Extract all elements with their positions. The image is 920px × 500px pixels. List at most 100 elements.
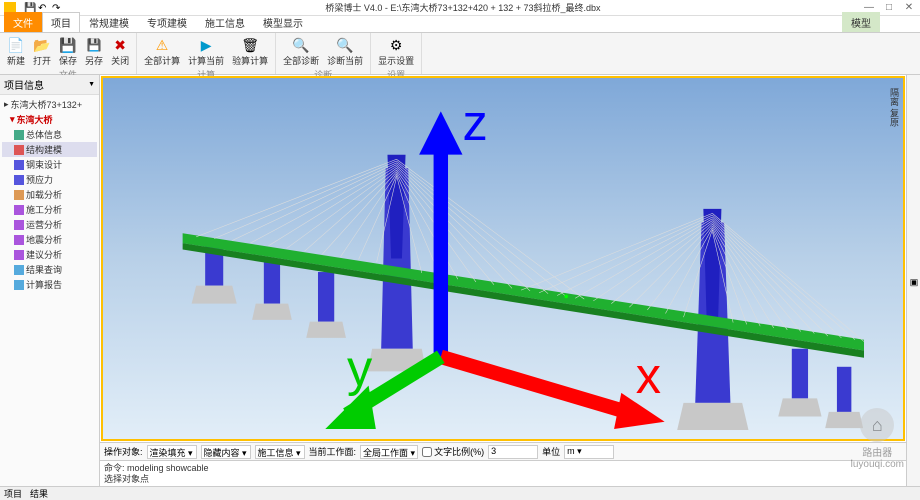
- settings-group: 显示设置设置: [371, 33, 422, 74]
- ribbon-tab-0[interactable]: 项目: [42, 12, 80, 32]
- command-log-line: 命令: modeling showcable: [104, 463, 902, 474]
- ribbon-tab-1[interactable]: 常规建模: [80, 12, 138, 32]
- command-prompt-line: 选择对象点: [104, 474, 902, 485]
- calc-button[interactable]: 计算当前: [185, 35, 227, 68]
- ribbon: 新建打开保存另存关闭文件全部计算计算当前验算计算计算全部诊断诊断当前诊断显示设置…: [0, 33, 920, 75]
- tree-root[interactable]: ▸ 东湾大桥73+132+: [2, 97, 97, 112]
- calc-group: 全部计算计算当前验算计算计算: [137, 33, 276, 74]
- status-tab-project[interactable]: 项目: [4, 487, 22, 500]
- tree-construct-icon: [14, 205, 24, 215]
- file-group: 新建打开保存另存关闭文件: [0, 33, 137, 74]
- tree-prestress-icon: [14, 175, 24, 185]
- diag-icon: [292, 36, 310, 54]
- op-target-dropdown[interactable]: 渲染填充: [147, 445, 197, 459]
- saveas-button[interactable]: 另存: [82, 35, 106, 68]
- qat-save-icon[interactable]: 💾: [24, 3, 34, 13]
- tree-load[interactable]: 加载分析: [2, 187, 97, 202]
- close-window-button[interactable]: ✕: [904, 2, 914, 13]
- warn-icon: [153, 36, 171, 54]
- tree-results-label: 结果查询: [26, 263, 62, 276]
- tree-general-info[interactable]: 总体信息: [2, 127, 97, 142]
- save-button[interactable]: 保存: [56, 35, 80, 68]
- maximize-button[interactable]: □: [884, 2, 894, 13]
- axis-gizmo: z x y: [113, 76, 905, 429]
- diag-group: 全部诊断诊断当前诊断: [276, 33, 371, 74]
- tree-operate-icon: [14, 220, 24, 230]
- tree-check[interactable]: 建议分析: [2, 247, 97, 262]
- tree-steel[interactable]: 钢束设计: [2, 157, 97, 172]
- tree-construct[interactable]: 施工分析: [2, 202, 97, 217]
- ribbon-tab-2[interactable]: 专项建模: [138, 12, 196, 32]
- tree-results[interactable]: 结果查询: [2, 262, 97, 277]
- warn-button[interactable]: 全部计算: [141, 35, 183, 68]
- text-scale-toggle[interactable]: 文字比例(%): [422, 445, 484, 458]
- svg-text:x: x: [636, 347, 661, 404]
- tree-structure-icon: [14, 145, 24, 155]
- ribbon-tab-4[interactable]: 模型显示: [254, 12, 312, 32]
- qat-redo-icon[interactable]: ↷: [52, 3, 62, 13]
- display-set-button[interactable]: 显示设置: [375, 35, 417, 68]
- tree-operate[interactable]: 运营分析: [2, 217, 97, 232]
- diag-icon: [336, 36, 354, 54]
- unit-dropdown[interactable]: m: [564, 445, 614, 459]
- diag-cur-button[interactable]: 诊断当前: [324, 35, 366, 68]
- op-target-label: 操作对象:: [104, 445, 143, 458]
- new-icon: [7, 36, 25, 54]
- unit-label: 单位: [542, 445, 560, 458]
- new-button-label: 新建: [7, 54, 25, 67]
- tree-seismic[interactable]: 地震分析: [2, 232, 97, 247]
- open-button[interactable]: 打开: [30, 35, 54, 68]
- calc-button-label: 计算当前: [188, 54, 224, 67]
- hide-content-dropdown[interactable]: 隐藏内容: [201, 445, 251, 459]
- ribbon-tabs: 文件 项目常规建模专项建模施工信息模型显示模型: [0, 16, 920, 33]
- command-area[interactable]: 命令: modeling showcable 选择对象点: [100, 460, 906, 486]
- construct-info-dropdown[interactable]: 施工信息: [255, 445, 305, 459]
- viewport-options-bar: 操作对象: 渲染填充 隐藏内容 施工信息 当前工作面: 全局工作面 文字比例(%…: [100, 442, 906, 460]
- tree-construct-label: 施工分析: [26, 203, 62, 216]
- contextual-model-tab[interactable]: 模型: [842, 12, 880, 32]
- tree-structure-label: 结构建模: [26, 143, 62, 156]
- close-button-label: 关闭: [111, 54, 129, 67]
- diag-cur-button-label: 诊断当前: [327, 54, 363, 67]
- current-workplane-dropdown[interactable]: 全局工作面: [360, 445, 418, 459]
- tree-bridge-root[interactable]: ▾ 东湾大桥: [2, 112, 97, 127]
- save-icon: [59, 36, 77, 54]
- close-button[interactable]: 关闭: [108, 35, 132, 68]
- tree-prestress[interactable]: 预应力: [2, 172, 97, 187]
- tree-report-label: 计算报告: [26, 278, 62, 291]
- tree-structure[interactable]: 结构建模: [2, 142, 97, 157]
- project-tree: ▸ 东湾大桥73+132+ ▾ 东湾大桥 总体信息结构建模钢束设计预应力加载分析…: [0, 95, 99, 486]
- tree-seismic-label: 地震分析: [26, 233, 62, 246]
- right-strip-btn-0[interactable]: ▣: [910, 278, 920, 288]
- tree-general-info-label: 总体信息: [26, 128, 62, 141]
- file-tab[interactable]: 文件: [4, 12, 42, 32]
- saveas-button-label: 另存: [85, 54, 103, 67]
- diag-all-button[interactable]: 全部诊断: [280, 35, 322, 68]
- status-tab-results[interactable]: 结果: [30, 487, 48, 500]
- set-icon: [387, 36, 405, 54]
- qat-undo-icon[interactable]: ↶: [38, 3, 48, 13]
- clear-icon: [241, 36, 259, 54]
- diag-all-button-label: 全部诊断: [283, 54, 319, 67]
- close-icon: [111, 36, 129, 54]
- text-scale-field[interactable]: 3: [488, 445, 538, 459]
- tree-results-icon: [14, 265, 24, 275]
- tree-load-icon: [14, 190, 24, 200]
- sidebar-title: 项目信息: [0, 75, 99, 95]
- tree-steel-label: 钢束设计: [26, 158, 62, 171]
- 3d-viewport[interactable]: 隔离 复原 z x y: [101, 76, 905, 441]
- open-icon: [33, 36, 51, 54]
- tree-general-info-icon: [14, 130, 24, 140]
- new-button[interactable]: 新建: [4, 35, 28, 68]
- clear-button[interactable]: 验算计算: [229, 35, 271, 68]
- ribbon-tab-3[interactable]: 施工信息: [196, 12, 254, 32]
- work-area: 项目信息 ▸ 东湾大桥73+132+ ▾ 东湾大桥 总体信息结构建模钢束设计预应…: [0, 75, 920, 486]
- right-tool-strip: ▣▦◧↻: [906, 75, 920, 486]
- tree-load-label: 加载分析: [26, 188, 62, 201]
- tree-seismic-icon: [14, 235, 24, 245]
- tree-report[interactable]: 计算报告: [2, 277, 97, 292]
- play-icon: [197, 36, 215, 54]
- viewport-container: 隔离 复原 z x y 操作对象: 渲染填充 隐藏内容 施工信息 当前工作面: …: [100, 75, 906, 486]
- warn-button-label: 全部计算: [144, 54, 180, 67]
- tree-check-label: 建议分析: [26, 248, 62, 261]
